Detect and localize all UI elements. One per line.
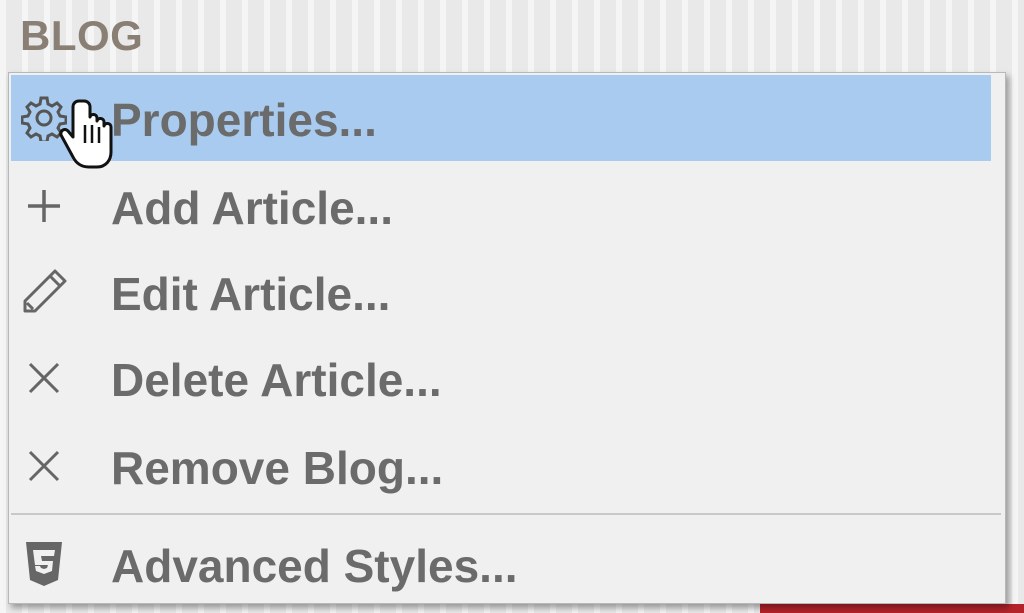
menu-item-label: Properties...	[111, 94, 377, 146]
menu-item-advanced-styles[interactable]: Advanced Styles...	[11, 521, 991, 607]
plus-icon	[19, 181, 69, 231]
x-icon	[19, 441, 69, 491]
menu-item-delete-article[interactable]: Delete Article...	[11, 335, 991, 421]
menu-separator	[11, 513, 1001, 515]
menu-item-properties[interactable]: Properties...	[11, 75, 991, 161]
css3-icon	[19, 539, 69, 589]
menu-item-edit-article[interactable]: Edit Article...	[11, 249, 991, 335]
menu-item-label: Advanced Styles...	[111, 540, 518, 592]
gear-icon	[19, 93, 69, 143]
menu-item-label: Remove Blog...	[111, 442, 444, 494]
pencil-icon	[19, 267, 69, 317]
menu-item-remove-blog[interactable]: Remove Blog...	[11, 423, 991, 509]
menu-item-label: Add Article...	[111, 182, 393, 234]
menu-item-label: Delete Article...	[111, 354, 442, 406]
context-menu: Properties... Add Article... Edit Articl…	[8, 72, 1006, 604]
menu-item-add-article[interactable]: Add Article...	[11, 163, 991, 249]
menu-item-label: Edit Article...	[111, 268, 391, 320]
x-icon	[19, 353, 69, 403]
section-title: BLOG	[20, 12, 144, 59]
